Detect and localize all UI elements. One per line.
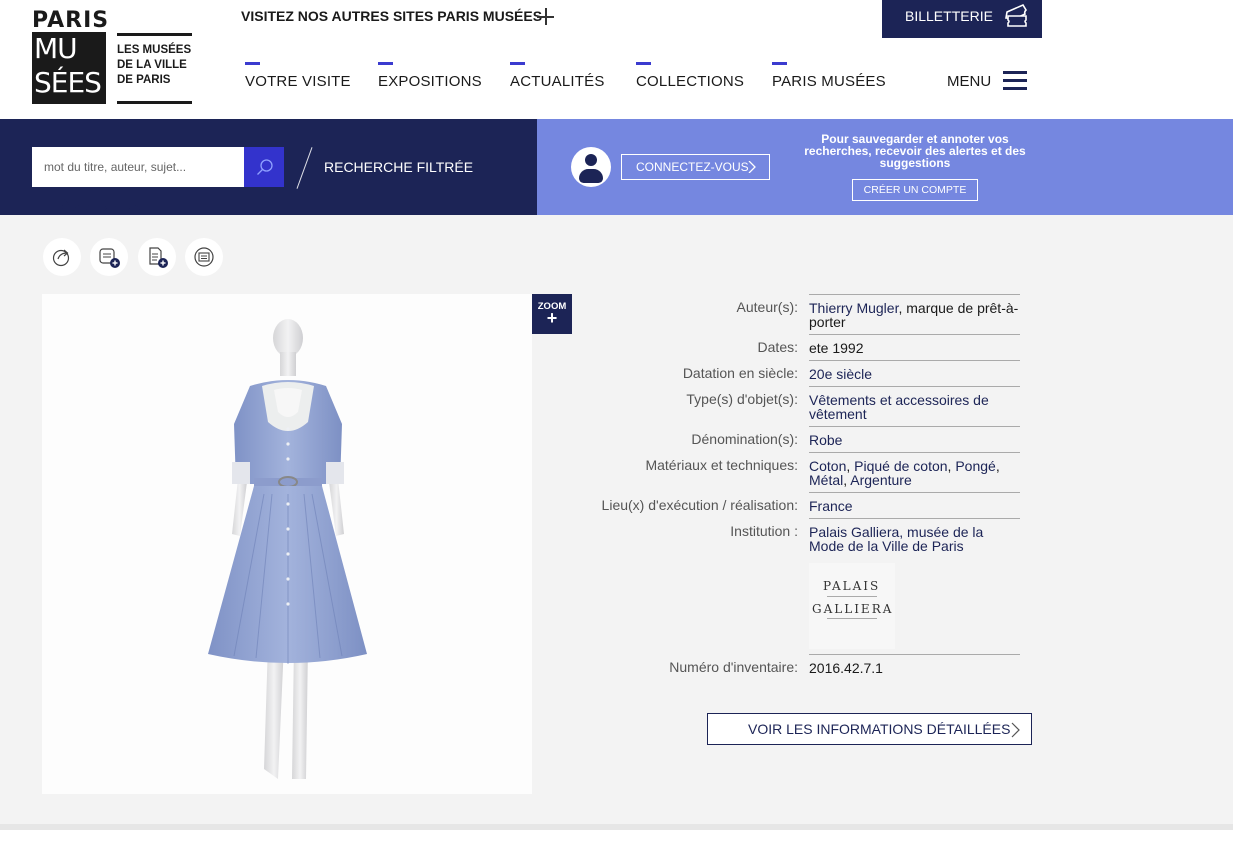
user-avatar-icon[interactable] (571, 147, 611, 187)
field-label: Datation en siècle: (682, 365, 798, 381)
field-value: 2016.42.7.1 (809, 654, 1020, 680)
connect-button[interactable]: CONNECTEZ-VOUS (621, 154, 770, 180)
denomination-link[interactable]: Robe (809, 432, 842, 448)
site-header: PARIS MU SÉES LES MUSÉES DE LA VILLE DE … (0, 0, 1233, 119)
place-link[interactable]: France (809, 498, 853, 514)
field-label: Lieu(x) d'exécution / réalisation: (601, 497, 798, 513)
page-title: Robe (42, 191, 142, 215)
logo-paris: PARIS (32, 8, 110, 33)
chevron-right-icon (748, 161, 756, 173)
info-row-siecle: Datation en siècle: 20e siècle (590, 360, 1032, 386)
print-tool[interactable] (185, 238, 223, 276)
add-to-selection-icon (99, 248, 120, 268)
field-value: Palais Galliera, musée de la Mode de la … (809, 518, 1020, 654)
logo-text-line-1: LES MUSÉES (117, 44, 192, 56)
other-sites-link[interactable]: VISITEZ NOS AUTRES SITES PARIS MUSÉES (241, 8, 542, 24)
field-value: 20e siècle (809, 360, 1020, 386)
add-note-tool[interactable] (138, 238, 176, 276)
info-row-denomination: Dénomination(s): Robe (590, 426, 1032, 452)
divider-slash (296, 147, 313, 189)
field-label: Dénomination(s): (691, 431, 798, 447)
ticket-icon (1005, 3, 1028, 27)
field-label: Numéro d'inventaire: (669, 659, 798, 675)
field-label: Auteur(s): (736, 299, 798, 315)
field-label: Matériaux et techniques: (645, 457, 798, 473)
century-link[interactable]: 20e siècle (809, 366, 872, 382)
field-label: Type(s) d'objet(s): (686, 391, 798, 407)
detailed-info-label: VOIR LES INFORMATIONS DÉTAILLÉES (748, 721, 1011, 737)
logo-text: LES MUSÉES DE LA VILLE DE PARIS (117, 33, 192, 104)
zoom-button[interactable]: ZOOM + (532, 294, 572, 334)
search-button[interactable] (244, 147, 284, 187)
hamburger-menu-icon[interactable] (1003, 71, 1027, 91)
logo-box-line-2: SÉES (34, 66, 102, 99)
object-image[interactable] (42, 294, 532, 794)
add-note-icon (149, 247, 168, 268)
filtered-search-link[interactable]: RECHERCHE FILTRÉE (324, 159, 473, 175)
footer (0, 830, 1233, 852)
field-label: Dates: (757, 339, 798, 355)
palais-galliera-logo[interactable]: PALAIS GALLIERA (809, 563, 895, 649)
account-band: CONNECTEZ-VOUS Pour sauvegarder et annot… (537, 119, 1233, 215)
share-tool[interactable] (43, 238, 81, 276)
connect-label: CONNECTEZ-VOUS (636, 160, 749, 174)
nav-paris-musees[interactable]: PARIS MUSÉES (772, 62, 886, 90)
menu-label[interactable]: MENU (947, 73, 991, 90)
zoom-plus-icon: + (546, 308, 558, 328)
logo-text-line-3: DE PARIS (117, 74, 171, 86)
type-link[interactable]: Vêtements et accessoires de vêtement (809, 392, 989, 422)
field-value: ete 1992 (809, 334, 1020, 360)
nav-actualites[interactable]: ACTUALITÉS (510, 62, 605, 90)
detailed-info-button[interactable]: VOIR LES INFORMATIONS DÉTAILLÉES (707, 713, 1032, 745)
field-value: Thierry Mugler, marque de prêt-à-porter (809, 294, 1020, 334)
field-value: Coton, Piqué de coton, Pongé, Métal, Arg… (809, 452, 1020, 492)
paris-musees-logo[interactable]: PARIS MU SÉES LES MUSÉES DE LA VILLE DE … (32, 8, 192, 104)
info-row-inventaire: Numéro d'inventaire: 2016.42.7.1 (590, 654, 1032, 680)
dress-on-mannequin-image (208, 319, 367, 779)
nav-votre-visite[interactable]: VOTRE VISITE (245, 62, 351, 90)
info-row-types: Type(s) d'objet(s): Vêtements et accesso… (590, 386, 1032, 426)
field-value: Vêtements et accessoires de vêtement (809, 386, 1020, 426)
search-input[interactable] (32, 147, 244, 187)
object-info-table: Auteur(s): Thierry Mugler, marque de prê… (590, 294, 1032, 680)
material-link[interactable]: Pongé (955, 458, 995, 474)
info-row-dates: Dates: ete 1992 (590, 334, 1032, 360)
search-icon (257, 159, 273, 175)
nav-expositions[interactable]: EXPOSITIONS (378, 62, 482, 90)
logo-box-line-1: MU (34, 32, 78, 65)
logo-text-line-2: DE LA VILLE (117, 59, 187, 71)
plus-icon[interactable] (537, 8, 554, 25)
add-selection-tool[interactable] (90, 238, 128, 276)
info-row-auteur: Auteur(s): Thierry Mugler, marque de prê… (590, 294, 1032, 334)
billetterie-label: BILLETTERIE (905, 8, 993, 24)
field-label: Institution : (730, 523, 798, 539)
field-value: Robe (809, 426, 1020, 452)
logo-box: MU SÉES (32, 32, 106, 104)
material-link[interactable]: Métal (809, 472, 843, 488)
field-value: France (809, 492, 1020, 518)
institution-link[interactable]: Palais Galliera, musée de la Mode de la … (809, 524, 983, 554)
chevron-right-icon (1011, 722, 1020, 738)
create-account-button[interactable]: CRÉER UN COMPTE (852, 179, 978, 201)
info-row-lieu: Lieu(x) d'exécution / réalisation: Franc… (590, 492, 1032, 518)
account-message: Pour sauvegarder et annoter vos recherch… (804, 132, 1026, 170)
info-row-institution: Institution : Palais Galliera, musée de … (590, 518, 1032, 654)
nav-collections[interactable]: COLLECTIONS (636, 62, 744, 90)
billetterie-button[interactable]: BILLETTERIE (882, 0, 1042, 38)
info-row-materiaux: Matériaux et techniques: Coton, Piqué de… (590, 452, 1032, 492)
share-icon (52, 249, 70, 267)
material-link[interactable]: Argenture (850, 472, 911, 488)
print-icon (194, 247, 214, 267)
